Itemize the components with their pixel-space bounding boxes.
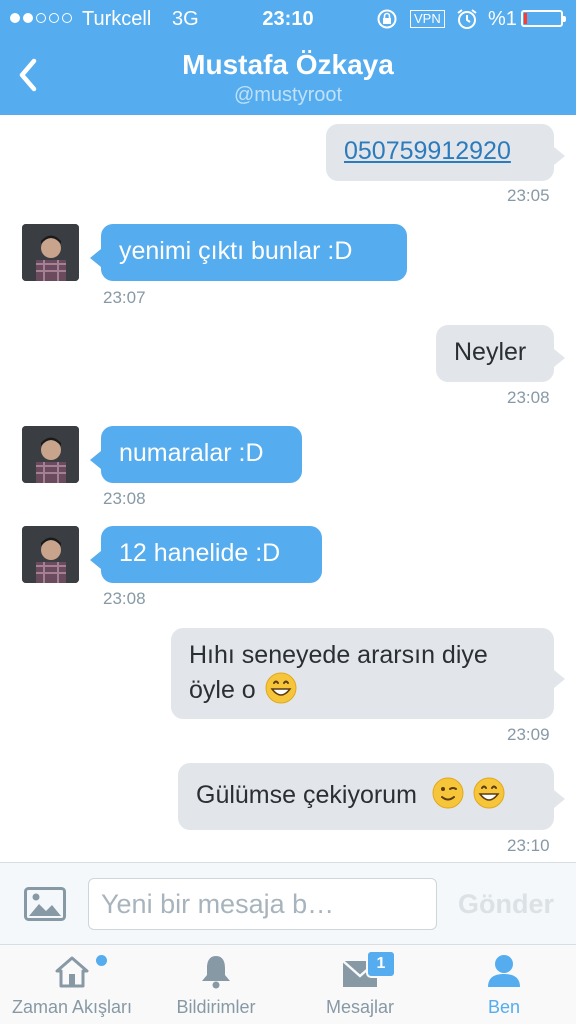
message-bubble[interactable]: 050759912920 [326,124,554,181]
bubble-tail [90,451,101,469]
message-bubble[interactable]: Hıhı seneyede ararsın diye öyle o [171,628,554,719]
message-timestamp: 23:08 [103,589,146,608]
message-timestamp: 23:10 [507,836,550,855]
message-text: Gülümse çekiyorum [196,781,417,809]
tab-me[interactable]: Ben [432,945,576,1025]
avatar-image [22,426,79,483]
tab-messages[interactable]: 1 Mesajlar [288,945,432,1025]
message-bubble[interactable]: Neyler [436,325,554,382]
tab-timelines[interactable]: Zaman Akışları [0,945,144,1025]
avatar-image [22,526,79,583]
battery-icon [521,10,566,27]
avatar[interactable] [22,426,79,483]
bubble-tail [554,790,565,808]
message-text-line-2: öyle o [189,672,536,707]
bubble-tail [90,249,101,267]
message-timestamp: 23:09 [507,725,550,744]
message-text: numaralar :D [119,439,264,467]
tab-label: Ben [487,997,521,1017]
message-text: yenimi çıktı bunlar :D [119,237,353,265]
message-timestamp: 23:05 [507,186,550,205]
unread-dot [96,955,107,966]
message-thread[interactable]: 050759912920 23:05 yenimi çıktı bunlar :… [0,115,576,862]
bell-icon [202,956,230,989]
rotation-lock-icon [377,9,397,29]
message-bubble[interactable]: numaralar :D [101,426,302,483]
bubble-tail [554,670,565,688]
message-bubble[interactable]: 12 hanelide :D [101,526,322,583]
navigation-bar: Turkcell 3G 23:10 VPN %1 Mustafa Özkaya … [0,0,576,115]
avatar[interactable] [22,224,79,281]
message-composer: Gönder [0,862,576,944]
message-timestamp: 23:07 [103,288,146,307]
message-text: Neyler [454,338,527,366]
message-bubble[interactable]: yenimi çıktı bunlar :D [101,224,407,281]
unread-count-badge: 1 [366,950,396,978]
tab-notifications[interactable]: Bildirimler [144,945,288,1025]
status-bar: Turkcell 3G 23:10 VPN %1 [0,0,576,38]
winking-emoji [432,777,464,809]
grinning-emoji [265,672,297,704]
contact-handle: @mustyroot [233,84,343,106]
message-text: 12 hanelide :D [119,539,281,567]
grinning-emoji [473,777,505,809]
avatar[interactable] [22,526,79,583]
tab-label: Mesajlar [325,997,395,1017]
send-button[interactable]: Gönder [446,878,566,930]
battery-percentage: %1 [488,8,517,30]
bubble-tail [90,551,101,569]
photo-icon[interactable] [24,887,66,921]
contact-name: Mustafa Özkaya [182,49,394,80]
bubble-tail [554,349,565,367]
vpn-badge: VPN [410,10,445,28]
message-input[interactable] [88,878,437,930]
message-timestamp: 23:08 [103,489,146,508]
phone-number-link[interactable]: 050759912920 [344,137,511,165]
tab-label: Bildirimler [176,997,256,1017]
alarm-icon [457,9,477,29]
message-timestamp: 23:08 [507,388,550,407]
avatar-image [22,224,79,281]
tab-bar: Zaman Akışları Bildirimler 1 Mesajlar Be… [0,944,576,1024]
message-bubble[interactable]: Gülümse çekiyorum [178,763,554,830]
tab-label: Zaman Akışları [11,997,133,1017]
message-text: Hıhı seneyede ararsın diye [189,641,488,669]
message-text: öyle o [189,676,256,704]
bubble-tail [554,147,565,165]
person-icon [488,955,520,987]
home-icon [55,956,89,988]
